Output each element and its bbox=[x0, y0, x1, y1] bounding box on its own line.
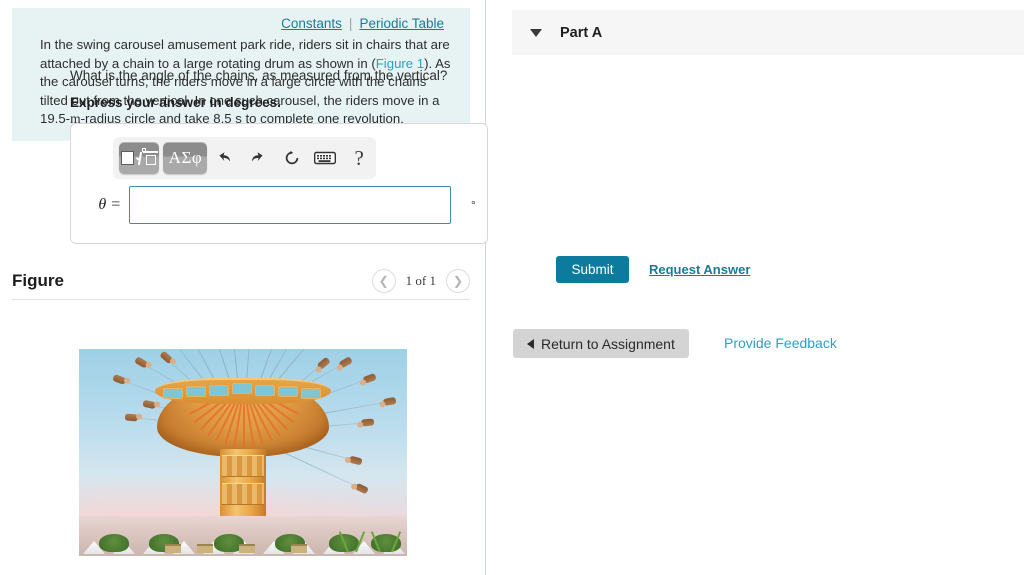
redo-button[interactable] bbox=[241, 149, 275, 167]
math-toolbar: ΑΣφ ? bbox=[113, 137, 376, 179]
undo-button[interactable] bbox=[207, 149, 241, 167]
figure-counter: 1 of 1 bbox=[405, 273, 436, 288]
figure-header: Figure ❮ 1 of 1 ❯ bbox=[12, 262, 470, 300]
links-separator: | bbox=[348, 16, 353, 31]
resource-links: Constants | Periodic Table bbox=[26, 16, 456, 36]
submit-button[interactable]: Submit bbox=[556, 256, 629, 283]
help-button[interactable]: ? bbox=[342, 146, 376, 171]
unit-degrees: ° bbox=[471, 198, 476, 212]
fairground-background bbox=[79, 516, 407, 556]
radius-value: 19.5 bbox=[40, 111, 66, 126]
undo-icon bbox=[219, 152, 231, 162]
chevron-left-icon[interactable]: ❮ bbox=[371, 269, 396, 293]
math-template-icon bbox=[120, 151, 134, 165]
part-a-title: Part A bbox=[560, 24, 603, 41]
chevron-right-icon[interactable]: ❯ bbox=[446, 269, 470, 293]
math-template-button[interactable] bbox=[119, 142, 160, 174]
reset-button[interactable] bbox=[275, 149, 309, 167]
figure-divider bbox=[12, 299, 470, 300]
provide-feedback-link[interactable]: Provide Feedback bbox=[724, 335, 837, 351]
answer-input[interactable] bbox=[129, 186, 451, 224]
figure-image-carousel[interactable] bbox=[79, 349, 407, 556]
greek-symbols-button[interactable]: ΑΣφ bbox=[163, 142, 208, 174]
figure-navigation: ❮ 1 of 1 ❯ bbox=[371, 269, 470, 293]
problem-page: Constants | Periodic Table In the swing ca… bbox=[0, 0, 1024, 575]
help-icon: ? bbox=[354, 145, 364, 170]
figure-title: Figure bbox=[12, 271, 64, 290]
answer-widget: ΑΣφ ? θ = ° bbox=[70, 123, 488, 244]
variable-label: θ = bbox=[98, 196, 121, 213]
answer-input-row: θ = ° bbox=[71, 186, 489, 224]
reset-icon bbox=[285, 151, 298, 165]
keyboard-icon bbox=[314, 151, 337, 165]
left-panel: Constants | Periodic Table In the swing ca… bbox=[0, 0, 485, 575]
redo-icon bbox=[251, 152, 263, 162]
right-panel: Part A bbox=[486, 0, 1024, 575]
nth-root-icon bbox=[135, 147, 158, 167]
keyboard-button[interactable] bbox=[309, 151, 343, 165]
canopy-rim bbox=[155, 378, 331, 404]
return-to-assignment-button[interactable]: Return to Assignment bbox=[513, 329, 689, 358]
chevron-left-icon bbox=[527, 338, 534, 349]
question-text: What is the angle of the chains, as meas… bbox=[70, 68, 448, 83]
periodic-table-link[interactable]: Periodic Table bbox=[359, 16, 444, 31]
greek-letters-icon: ΑΣφ bbox=[168, 148, 203, 167]
part-a-header[interactable]: Part A bbox=[512, 10, 1024, 55]
constants-link[interactable]: Constants bbox=[281, 16, 342, 31]
caret-down-icon[interactable] bbox=[530, 28, 542, 37]
request-answer-link[interactable]: Request Answer bbox=[649, 262, 750, 277]
return-to-assignment-label: Return to Assignment bbox=[541, 335, 675, 352]
answer-instruction: Express your answer in degrees. bbox=[70, 95, 281, 110]
